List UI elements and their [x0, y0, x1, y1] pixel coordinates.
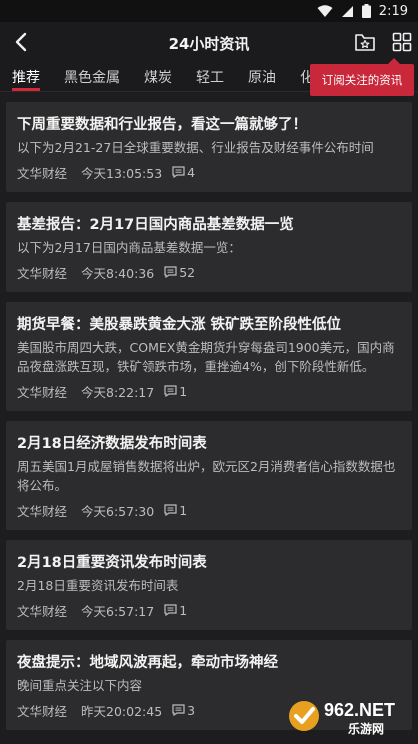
news-source: 文华财经 [17, 703, 68, 719]
news-time: 今天8:22:17 [81, 384, 155, 400]
news-source: 文华财经 [17, 384, 68, 400]
comment-number: 1 [179, 602, 188, 618]
subscribe-folder-icon[interactable] [353, 30, 377, 54]
status-time: 2:19 [378, 3, 408, 19]
news-summary: 以下为2月21-27日全球重要数据、行业报告及财经事件公布时间 [17, 140, 374, 155]
tooltip-text: 订阅关注的资讯 [321, 73, 403, 87]
comment-number: 4 [187, 164, 196, 180]
site-watermark-logo: 962.NET 乐游网 [289, 700, 395, 736]
news-time: 今天6:57:17 [81, 603, 155, 619]
watermark-brand: 962.NET [324, 700, 395, 720]
news-summary: 美国股市周四大跌，COMEX黄金期货升穿每盎司1900美元，国内商品夜盘涨跌互现… [17, 340, 395, 374]
comment-icon [164, 504, 177, 516]
news-time: 今天13:05:53 [81, 165, 163, 181]
comment-icon [164, 385, 177, 397]
news-card[interactable]: 2月18日重要资讯发布时间表 2月18日重要资讯发布时间表 文华财经 今天6:5… [6, 540, 412, 630]
news-meta: 文华财经 今天13:05:53 4 [17, 162, 402, 182]
news-meta: 文华财经 今天6:57:17 1 [17, 600, 402, 620]
news-card[interactable]: 2月18日经济数据发布时间表 周五美国1月成屋销售数据将出炉，欧元区2月消费者信… [6, 421, 412, 530]
comment-count: 1 [164, 603, 187, 618]
news-time: 今天6:57:30 [81, 503, 155, 519]
news-title: 基差报告：2月17日国内商品基差数据一览 [17, 217, 294, 233]
news-title: 夜盘提示：地域风波再起，牵动市场神经 [17, 655, 278, 671]
news-summary: 2月18日重要资讯发布时间表 [17, 578, 179, 593]
news-summary: 以下为2月17日国内商品基差数据一览： [17, 240, 241, 255]
news-title: 期货早餐：美股暴跌黄金大涨 铁矿跌至阶段性低位 [17, 317, 342, 333]
subscribe-tooltip[interactable]: 订阅关注的资讯 [310, 58, 414, 96]
news-source: 文华财经 [17, 265, 68, 281]
news-card[interactable]: 期货早餐：美股暴跌黄金大涨 铁矿跌至阶段性低位 美国股市周四大跌，COMEX黄金… [6, 302, 412, 411]
comment-icon [164, 266, 177, 278]
news-card[interactable]: 下周重要数据和行业报告，看这一篇就够了！ 以下为2月21-27日全球重要数据、行… [6, 102, 412, 192]
news-meta: 文华财经 今天8:40:36 52 [17, 262, 402, 282]
news-title: 下周重要数据和行业报告，看这一篇就够了！ [17, 117, 307, 133]
signal-icon [341, 5, 353, 17]
wifi-icon [317, 4, 333, 17]
news-meta: 文华财经 今天6:57:30 1 [17, 500, 402, 520]
battery-icon [361, 4, 371, 18]
news-time: 今天8:40:36 [81, 265, 155, 281]
tab-crude-oil[interactable]: 原油 [248, 62, 276, 91]
back-arrow-icon[interactable] [10, 30, 34, 54]
comment-icon [164, 604, 177, 616]
news-summary: 晚间重点关注以下内容 [17, 678, 143, 693]
news-source: 文华财经 [17, 603, 68, 619]
news-time: 昨天20:02:45 [81, 703, 163, 719]
comment-count: 52 [164, 265, 195, 280]
news-title: 2月18日经济数据发布时间表 [17, 436, 207, 452]
comment-number: 52 [179, 264, 196, 280]
comment-number: 1 [179, 383, 188, 399]
news-title: 2月18日重要资讯发布时间表 [17, 555, 207, 571]
watermark-sub: 乐游网 [348, 721, 384, 736]
news-list: 下周重要数据和行业报告，看这一篇就够了！ 以下为2月21-27日全球重要数据、行… [0, 92, 418, 730]
comment-count: 3 [172, 703, 195, 718]
comment-icon [172, 704, 185, 716]
news-summary: 周五美国1月成屋销售数据将出炉，欧元区2月消费者信心指数数据也将公布。 [17, 459, 396, 493]
tab-ferrous-metals[interactable]: 黑色金属 [64, 62, 120, 91]
news-card[interactable]: 基差报告：2月17日国内商品基差数据一览 以下为2月17日国内商品基差数据一览：… [6, 202, 412, 292]
news-source: 文华财经 [17, 503, 68, 519]
comment-count: 4 [172, 165, 195, 180]
comment-count: 1 [164, 503, 187, 518]
comment-count: 1 [164, 384, 187, 399]
comment-number: 3 [187, 702, 196, 718]
status-bar: 2:19 [0, 0, 418, 22]
grid-menu-icon[interactable] [390, 30, 414, 54]
news-meta: 文华财经 今天8:22:17 1 [17, 381, 402, 401]
tab-recommended[interactable]: 推荐 [12, 62, 40, 91]
header-bar: 24小时资讯 [0, 22, 418, 62]
comment-icon [172, 166, 185, 178]
news-source: 文华财经 [17, 165, 68, 181]
tab-coal[interactable]: 煤炭 [144, 62, 172, 91]
comment-number: 1 [179, 502, 188, 518]
tab-light-industry[interactable]: 轻工 [196, 62, 224, 91]
